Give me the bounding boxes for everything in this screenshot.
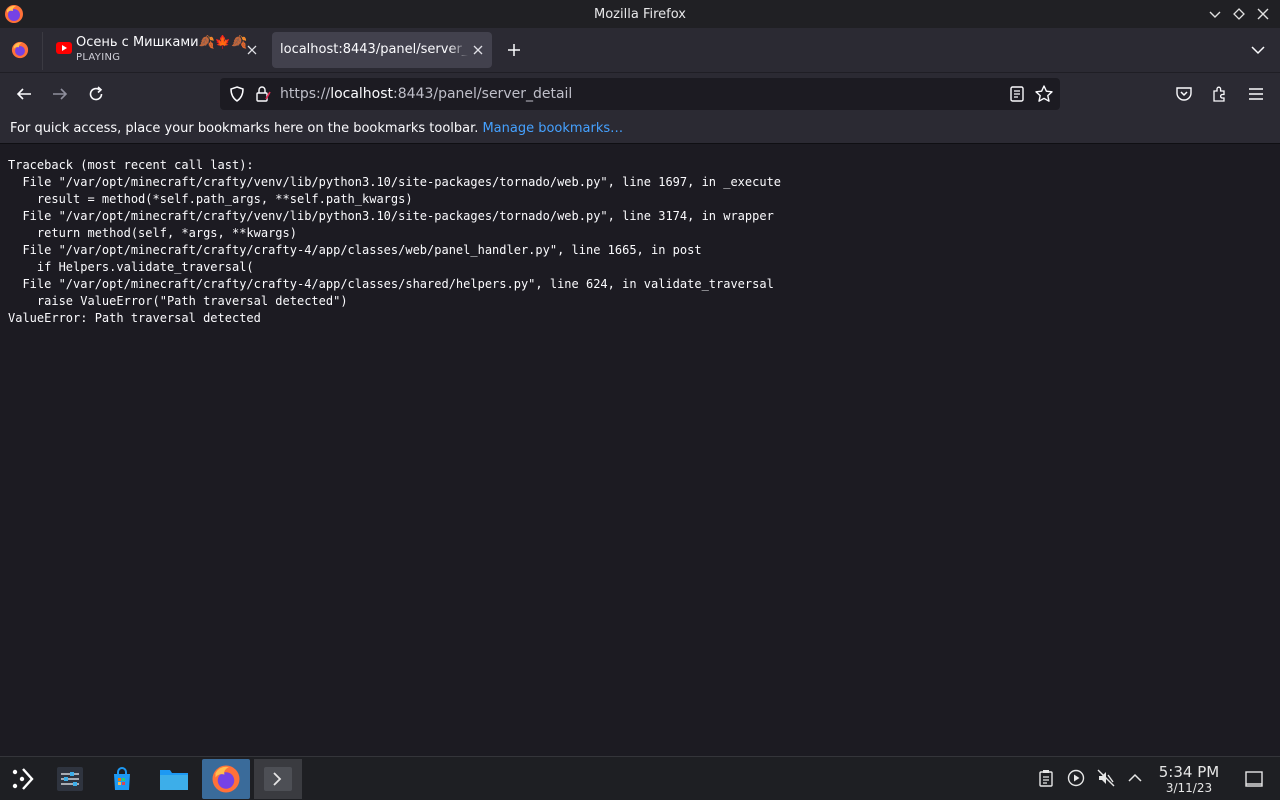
extensions-button[interactable] — [1206, 81, 1234, 107]
forward-arrow-icon — [53, 88, 68, 100]
traceback-line: result = method(*self.path_args, **self.… — [8, 192, 413, 206]
taskbar: 5:34 PM 3/11/23 — [0, 756, 1280, 800]
system-settings-icon[interactable] — [48, 759, 92, 799]
firefox-view-icon — [11, 41, 29, 59]
tab-title: localhost:8443/panel/server_detail — [280, 42, 468, 57]
page-content: Traceback (most recent call last): File … — [0, 145, 1280, 756]
dolphin-folder-icon[interactable] — [152, 759, 196, 799]
show-desktop-icon[interactable] — [1244, 769, 1264, 789]
firefox-icon[interactable] — [202, 759, 250, 799]
url-scheme: https:// — [280, 86, 331, 102]
clipboard-icon[interactable] — [1035, 767, 1057, 789]
clock-time: 5:34 PM — [1158, 763, 1220, 781]
url-text[interactable]: https://localhost:8443/panel/server_deta… — [280, 86, 572, 102]
discover-store-icon[interactable] — [100, 759, 144, 799]
maximize-icon[interactable] — [1230, 5, 1248, 23]
traceback-line: return method(self, *args, **kwargs) — [8, 226, 297, 240]
puzzle-piece-icon — [1213, 86, 1225, 102]
url-bar[interactable]: https://localhost:8443/panel/server_deta… — [220, 78, 1060, 110]
close-tab-icon[interactable] — [242, 40, 262, 60]
tab-playing-label: PLAYING — [76, 52, 121, 63]
tracking-protection-shield-icon[interactable] — [228, 85, 246, 103]
tray-expand-icon[interactable] — [1124, 767, 1146, 789]
reload-icon — [89, 86, 103, 101]
tab-youtube[interactable]: Осень с Мишками🍂🍁🍂 Г PLAYING — [48, 32, 266, 68]
navigation-toolbar: https://localhost:8443/panel/server_deta… — [0, 72, 1280, 114]
lock-warning-icon[interactable] — [254, 85, 272, 103]
traceback-line: if Helpers.validate_traversal( — [8, 260, 254, 274]
close-tab-icon[interactable] — [468, 40, 488, 60]
window-title: Mozilla Firefox — [594, 6, 686, 22]
url-host: localhost — [330, 86, 394, 102]
media-player-icon[interactable] — [1065, 767, 1087, 789]
application-launcher-icon[interactable] — [0, 759, 44, 799]
traceback-line: File "/var/opt/minecraft/crafty/venv/lib… — [8, 209, 774, 223]
pocket-button[interactable] — [1170, 81, 1198, 107]
bookmarks-toolbar-message: For quick access, place your bookmarks h… — [10, 121, 479, 136]
youtube-icon — [56, 42, 72, 54]
traceback-line: File "/var/opt/minecraft/crafty/crafty-4… — [8, 243, 702, 257]
traceback-line: Traceback (most recent call last): — [8, 158, 254, 172]
url-path: :8443/panel/server_detail — [393, 86, 573, 102]
traceback-line: File "/var/opt/minecraft/crafty/crafty-4… — [8, 277, 774, 291]
forward-button[interactable] — [46, 81, 74, 107]
traceback-line: File "/var/opt/minecraft/crafty/venv/lib… — [8, 175, 782, 189]
bookmark-star-icon[interactable] — [1034, 84, 1054, 104]
manage-bookmarks-link[interactable]: Manage bookmarks… — [482, 121, 623, 136]
plus-icon — [508, 44, 520, 56]
tab-strip: Осень с Мишками🍂🍁🍂 Г PLAYING localhost:8… — [0, 28, 1280, 72]
chevron-down-icon — [1251, 46, 1265, 55]
traceback-error-line: ValueError: Path traversal detected — [8, 311, 261, 325]
firefox-view-button[interactable] — [8, 36, 32, 64]
tab-separator — [42, 32, 43, 70]
minimize-icon[interactable] — [1206, 5, 1224, 23]
traceback-text: Traceback (most recent call last): File … — [8, 157, 781, 327]
bookmarks-toolbar: For quick access, place your bookmarks h… — [0, 114, 1280, 144]
volume-muted-icon[interactable] — [1095, 767, 1117, 789]
close-window-icon[interactable] — [1254, 5, 1272, 23]
digital-clock[interactable]: 5:34 PM 3/11/23 — [1154, 763, 1224, 795]
hamburger-menu-icon — [1249, 88, 1263, 100]
terminal-icon[interactable] — [254, 759, 302, 799]
window-titlebar: Mozilla Firefox — [0, 0, 1280, 28]
new-tab-button[interactable] — [502, 38, 526, 62]
back-button[interactable] — [10, 81, 38, 107]
traceback-line: raise ValueError("Path traversal detecte… — [8, 294, 348, 308]
reload-button[interactable] — [82, 81, 110, 107]
back-arrow-icon — [16, 88, 31, 100]
tab-localhost[interactable]: localhost:8443/panel/server_detail — [272, 32, 492, 68]
reader-view-icon[interactable] — [1008, 85, 1026, 103]
firefox-app-icon — [4, 4, 24, 24]
pocket-icon — [1176, 87, 1192, 101]
clock-date: 3/11/23 — [1165, 781, 1213, 795]
app-menu-button[interactable] — [1242, 81, 1270, 107]
tab-title: Осень с Мишками🍂🍁🍂 Г — [76, 35, 248, 50]
list-all-tabs-button[interactable] — [1246, 38, 1270, 62]
